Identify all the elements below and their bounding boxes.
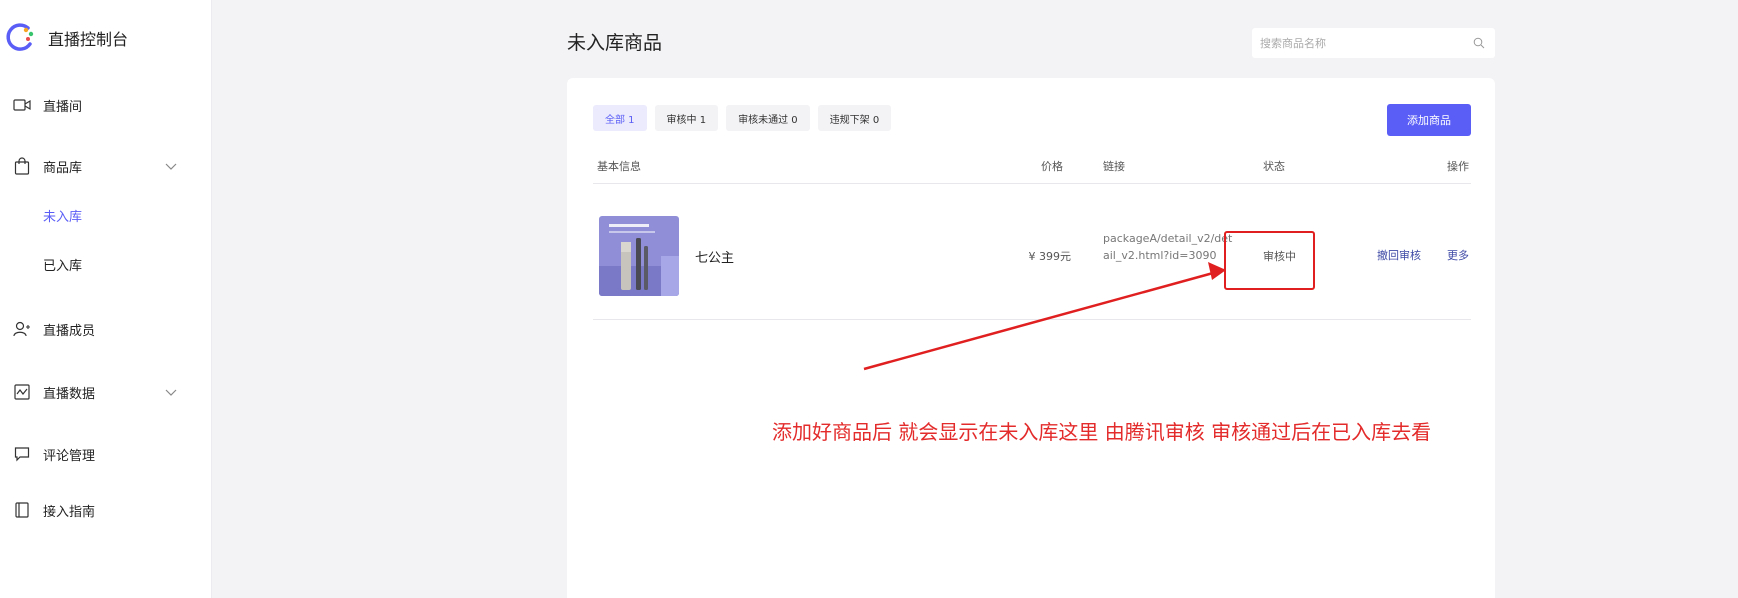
add-product-button[interactable]: 添加商品 [1387, 104, 1471, 136]
search-box [1252, 28, 1495, 58]
more-link[interactable]: 更多 [1447, 247, 1469, 263]
chevron-down-icon [165, 389, 177, 396]
header-link: 链接 [1103, 160, 1125, 173]
tab-reviewing[interactable]: 审核中 1 [654, 105, 719, 131]
tab-rejected[interactable]: 审核未通过 0 [726, 105, 810, 131]
table-row: 七公主 ¥ 399元 packageA/detail_v2/detail_v2.… [593, 184, 1471, 320]
sidebar-item-label: 直播间 [43, 99, 83, 115]
sidebar-item-live-data[interactable]: 直播数据 [0, 372, 212, 412]
video-icon [12, 95, 32, 115]
brand[interactable]: 直播控制台 [0, 20, 128, 56]
sidebar-item-guide[interactable]: 接入指南 [0, 490, 212, 530]
product-name: 七公主 [695, 251, 735, 266]
sidebar-item-comments[interactable]: 评论管理 [0, 434, 212, 474]
header-status: 状态 [1263, 160, 1285, 173]
annotation-text: 添加好商品后 就会显示在未入库这里 由腾讯审核 审核通过后在已入库去看 [772, 420, 1432, 444]
sidebar-item-live-members[interactable]: 直播成员 [0, 309, 212, 349]
search-icon[interactable] [1473, 37, 1485, 49]
withdraw-review-link[interactable]: 撤回审核 [1377, 247, 1421, 263]
book-icon [12, 500, 32, 520]
comment-icon [12, 444, 32, 464]
search-input[interactable] [1252, 36, 1462, 50]
sidebar-item-label: 评论管理 [43, 448, 96, 464]
chart-icon [12, 382, 32, 402]
sidebar-item-label: 商品库 [43, 160, 83, 176]
tab-removed[interactable]: 违规下架 0 [817, 105, 892, 131]
header-ops: 操作 [1447, 160, 1469, 173]
shopping-bag-icon [12, 156, 32, 176]
user-icon [12, 319, 32, 339]
sidebar-item-product-library[interactable]: 商品库 [0, 146, 212, 186]
highlight-box [1224, 231, 1315, 290]
sidebar-item-label: 直播数据 [43, 386, 96, 402]
product-image[interactable] [599, 216, 679, 296]
chevron-down-icon [165, 163, 177, 170]
table-header: 基本信息 价格 链接 状态 操作 [593, 152, 1471, 184]
sidebar-item-label: 直播成员 [43, 323, 96, 339]
brand-title: 直播控制台 [48, 30, 129, 49]
sidebar-item-live-room[interactable]: 直播间 [0, 85, 212, 125]
sidebar-item-label: 接入指南 [43, 504, 96, 520]
logo-icon [6, 23, 34, 51]
sidebar-subitem-not-stocked[interactable]: 未入库 [43, 206, 82, 225]
page-title: 未入库商品 [567, 32, 663, 54]
status-tabs: 全部 1 审核中 1 审核未通过 0 违规下架 0 [593, 105, 892, 131]
header-info: 基本信息 [597, 160, 641, 173]
product-card: 全部 1 审核中 1 审核未通过 0 违规下架 0 添加商品 基本信息 价格 链… [567, 78, 1495, 598]
product-link: packageA/detail_v2/detail_v2.html?id=309… [1103, 232, 1233, 262]
header-price: 价格 [1041, 160, 1063, 173]
product-price: ¥ 399元 [1028, 250, 1072, 263]
sidebar-subitem-stocked[interactable]: 已入库 [43, 255, 82, 274]
tab-all[interactable]: 全部 1 [593, 105, 647, 131]
sidebar: 直播控制台 直播间 商品库 未入库 已入库 直播成员 直播数据 评论管理 接入指… [0, 0, 212, 598]
